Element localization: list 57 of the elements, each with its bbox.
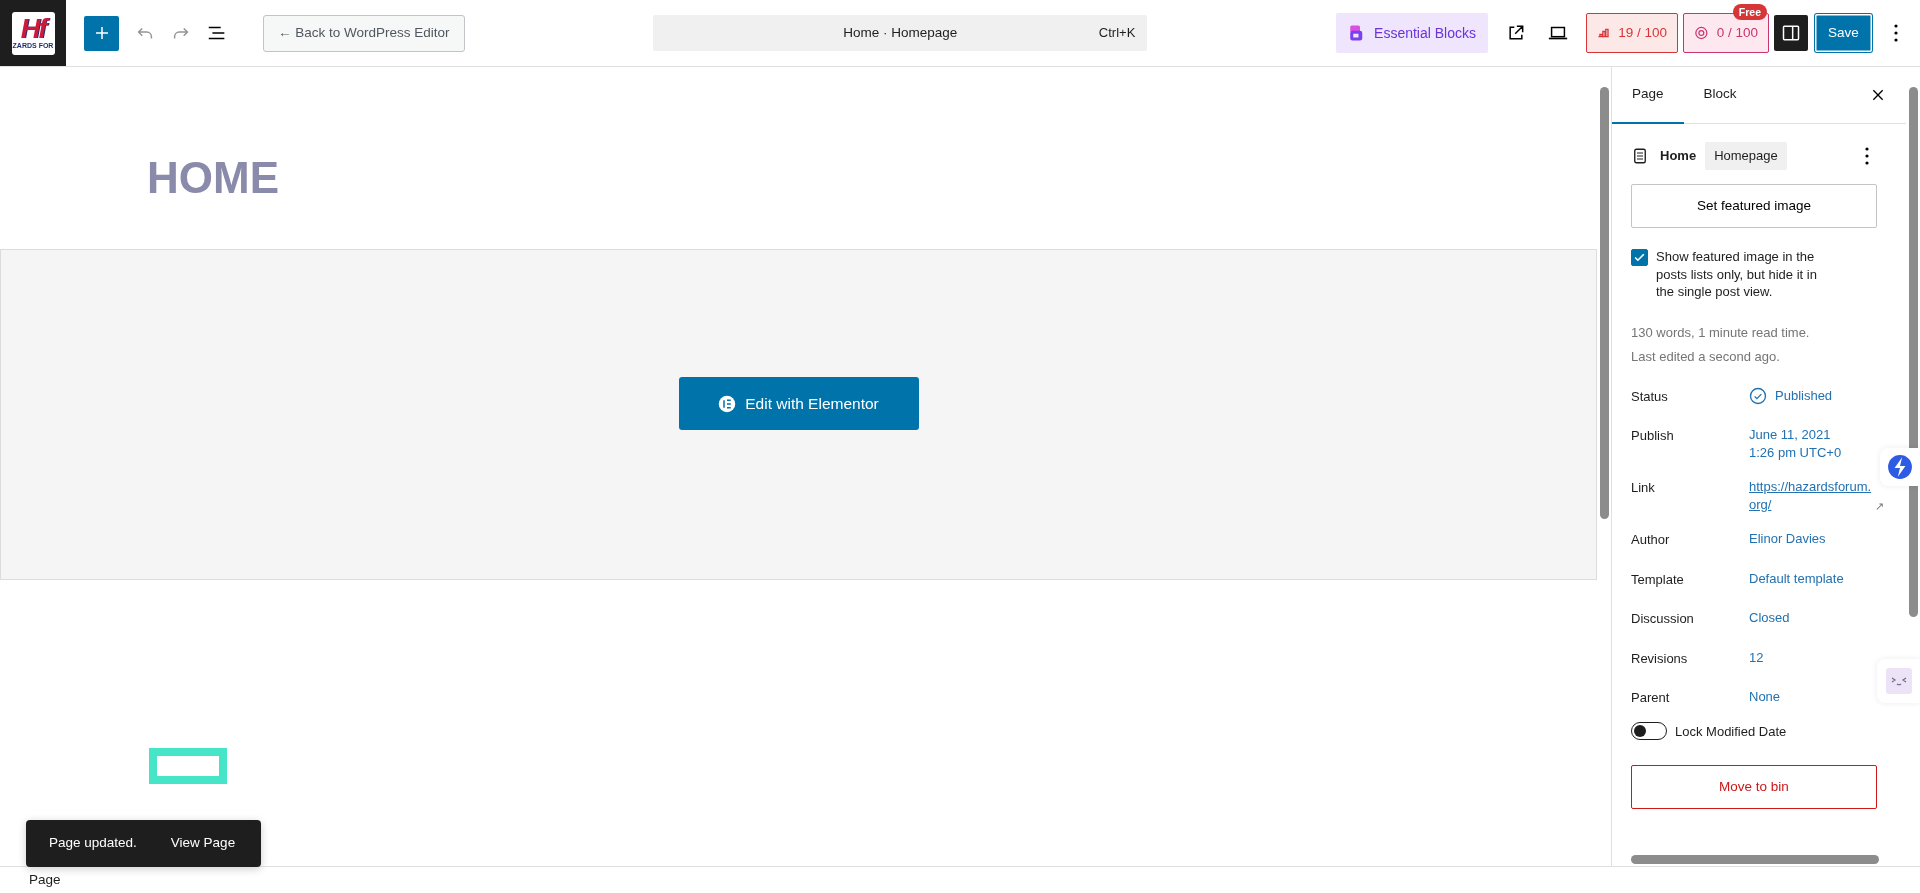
seo-score-button[interactable]: 19 / 100 — [1586, 13, 1678, 53]
featured-image-button[interactable]: Set featured image — [1631, 184, 1877, 228]
field-value[interactable]: None — [1749, 688, 1781, 706]
page-heading: HOME — [147, 156, 279, 200]
field-label: Template — [1631, 570, 1685, 589]
url-link[interactable]: https://hazardsforum. org/ — [1749, 478, 1872, 514]
sidebar-toggle-button[interactable] — [1774, 15, 1808, 51]
field-value[interactable]: Published — [1775, 386, 1833, 405]
command-bar[interactable]: Home · Homepage Ctrl+K — [653, 15, 1148, 51]
back-button[interactable]: ← Back to WordPress Editor — [263, 14, 465, 52]
free-badge: Free — [1732, 4, 1767, 20]
move-to-bin-button[interactable]: Move to bin — [1631, 765, 1877, 809]
field-label: Author — [1631, 531, 1671, 549]
external-mark: ↗ — [1875, 498, 1885, 514]
document-title: Home · Homepage — [843, 23, 958, 42]
document-icon — [1631, 146, 1649, 166]
field-value[interactable]: 12 — [1749, 648, 1764, 667]
toggle-label: Lock Modified Date — [1675, 722, 1787, 741]
ai-icon — [1694, 24, 1709, 42]
field-label: Revisions — [1631, 649, 1689, 668]
info-text: 130 words, 1 minute read time. — [1631, 323, 1811, 342]
external-link-icon — [1506, 23, 1526, 43]
field-label: Discussion — [1631, 610, 1695, 628]
lightning-icon — [1887, 454, 1913, 480]
close-icon — [1870, 87, 1886, 103]
info-text: Last edited a second ago. — [1631, 347, 1781, 366]
template-tag: Homepage — [1705, 142, 1787, 170]
more-icon — [1864, 146, 1870, 166]
field-value[interactable]: Elinor Davies — [1749, 530, 1826, 548]
more-icon — [1893, 23, 1899, 43]
face-icon — [1885, 668, 1912, 694]
breadcrumb[interactable]: Page — [29, 869, 61, 891]
elementor-icon — [718, 394, 737, 413]
checkbox[interactable] — [1631, 249, 1648, 266]
view-page-link[interactable]: View Page — [170, 833, 236, 854]
field-label: Status — [1631, 387, 1669, 406]
page-title: Home — [1660, 147, 1697, 166]
notice-text: Page updated. — [49, 834, 137, 853]
essential-blocks-button[interactable]: Essential Blocks — [1336, 13, 1488, 53]
field-label: Link — [1631, 479, 1656, 497]
checkbox-label: Show featured image in the posts lists only, but hide it in the single post view. — [1656, 248, 1818, 301]
field-value[interactable]: Default template — [1749, 569, 1844, 588]
field-label: Publish — [1631, 427, 1675, 445]
sidebar-tab[interactable]: Block — [1683, 67, 1757, 124]
field-value[interactable]: June 11, 2021 1:26 pm UTC+0 — [1749, 426, 1842, 462]
sidebar-icon — [1781, 23, 1801, 43]
save-button[interactable]: Save — [1815, 14, 1872, 52]
lightning-widget[interactable] — [1880, 448, 1920, 486]
sidebar-tab[interactable]: Page — [1612, 67, 1684, 124]
field-value[interactable]: Closed — [1749, 609, 1790, 627]
field-label: Parent — [1631, 689, 1671, 707]
check-circle-icon — [1749, 386, 1767, 405]
shortcut-label: Ctrl+K — [1098, 24, 1136, 43]
add-block-button[interactable] — [84, 15, 119, 51]
chart-icon — [1597, 26, 1611, 40]
check-icon — [1633, 251, 1646, 264]
elementor-button[interactable]: Edit with Elementor — [678, 377, 919, 430]
